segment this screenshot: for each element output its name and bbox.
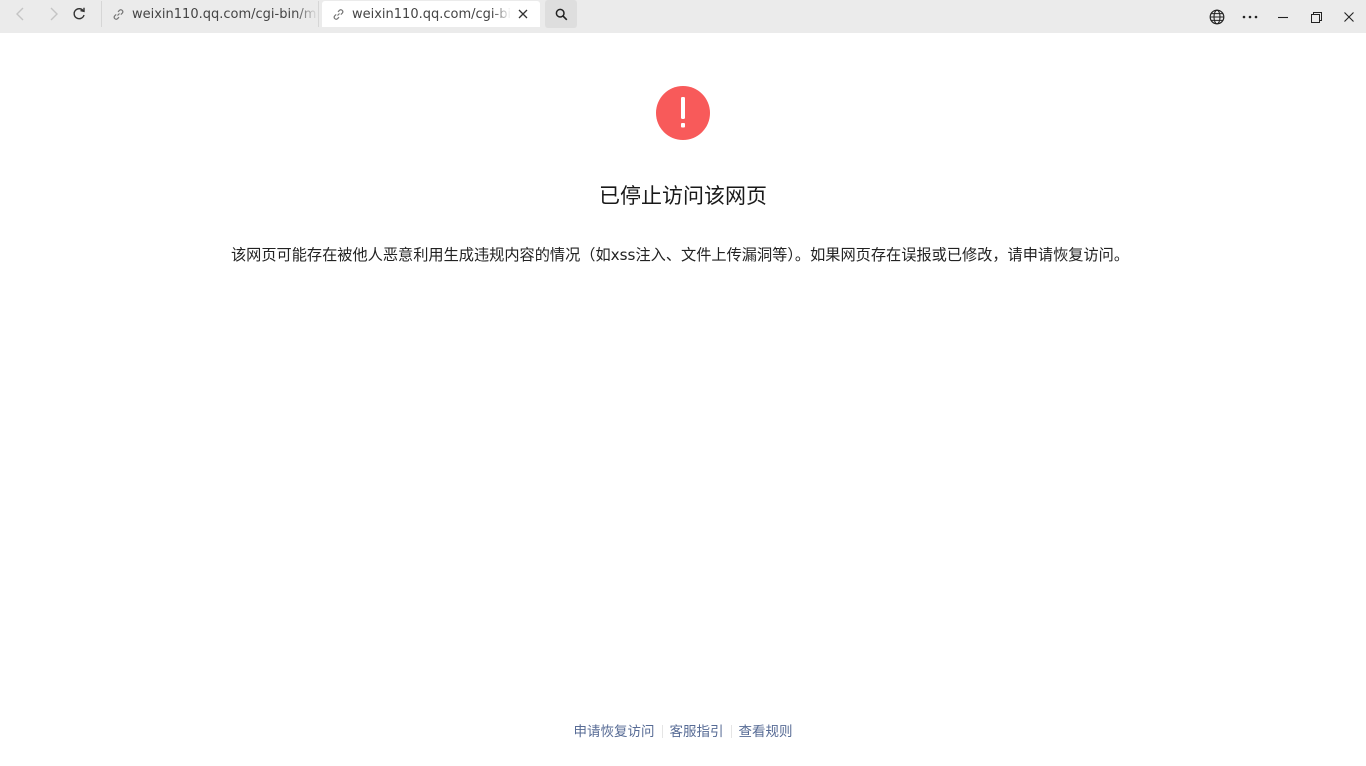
tab-inactive[interactable]: weixin110.qq.com/cgi-bin/mmspamsupport-b… <box>101 1 319 27</box>
browser-toolbar: weixin110.qq.com/cgi-bin/mmspamsupport-b… <box>0 0 1366 33</box>
footer-divider <box>661 725 663 738</box>
link-icon <box>330 6 346 22</box>
footer-links: 申请恢复访问 客服指引 查看规则 <box>0 721 1366 743</box>
reload-icon[interactable] <box>67 4 91 24</box>
exclamation-icon <box>656 86 710 140</box>
close-icon[interactable] <box>515 6 531 22</box>
tab-url-text: weixin110.qq.com/cgi-bin/mmspamsupport-b… <box>132 6 318 22</box>
page-description: 该网页可能存在被他人恶意利用生成违规内容的情况（如xss注入、文件上传漏洞等）。… <box>230 246 1130 264</box>
tab-url-text: weixin110.qq.com/cgi-bin/mmspamsupport-b… <box>352 6 511 22</box>
restore-icon[interactable] <box>1305 6 1327 28</box>
tab-active[interactable]: weixin110.qq.com/cgi-bin/mmspamsupport-b… <box>322 1 540 27</box>
search-icon[interactable] <box>545 0 577 28</box>
page-title: 已停止访问该网页 <box>599 184 767 208</box>
globe-icon[interactable] <box>1206 6 1228 28</box>
forward-arrow-icon[interactable] <box>41 4 65 24</box>
link-icon <box>110 6 126 22</box>
customer-service-guide-link[interactable]: 客服指引 <box>670 724 724 740</box>
more-icon[interactable] <box>1239 6 1261 28</box>
apply-restore-link[interactable]: 申请恢复访问 <box>574 724 655 740</box>
minimize-icon[interactable] <box>1272 6 1294 28</box>
back-arrow-icon[interactable] <box>9 4 33 24</box>
view-rules-link[interactable]: 查看规则 <box>739 724 793 740</box>
footer-divider <box>730 725 732 738</box>
close-icon[interactable] <box>1338 6 1360 28</box>
